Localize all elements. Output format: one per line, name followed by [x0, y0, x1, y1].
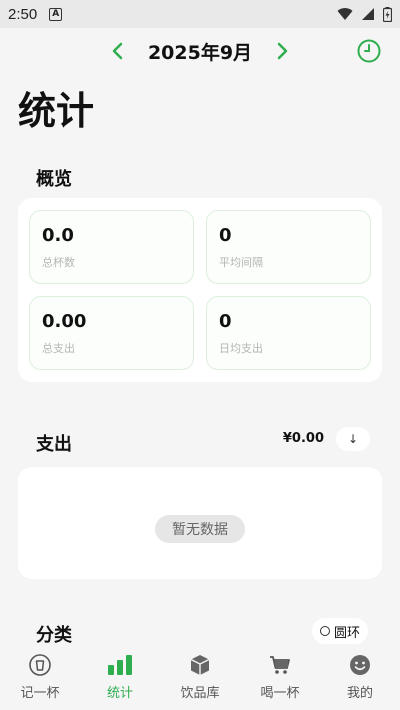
arrow-down-icon: ↓	[347, 432, 359, 446]
stat-label: 平均间隔	[219, 256, 263, 269]
cup-refresh-icon	[29, 654, 51, 676]
sort-button[interactable]: ↓	[336, 427, 370, 451]
prev-month-button[interactable]	[106, 39, 130, 63]
ring-icon	[319, 626, 330, 636]
expense-title: 支出	[36, 434, 72, 455]
stat-label: 总杯数	[42, 256, 75, 269]
nav-item-drink-library[interactable]: 饮品库	[160, 646, 240, 710]
month-label[interactable]: 2025年9月	[148, 38, 252, 65]
stat-value: 0	[219, 225, 232, 246]
stat-label: 日均支出	[219, 342, 263, 355]
month-navigator: 2025年9月	[0, 36, 400, 66]
expense-amount: ¥0.00	[282, 431, 324, 446]
nav-label: 我的	[346, 686, 373, 701]
nav-item-record[interactable]: 记一杯	[0, 646, 80, 710]
bar-chart-icon	[108, 655, 132, 675]
nav-label: 统计	[106, 686, 133, 701]
chevron-left-icon	[112, 42, 123, 60]
status-bar: 2:50 A	[0, 0, 400, 28]
box-icon	[190, 655, 210, 675]
chevron-right-icon	[277, 42, 288, 60]
status-time: 2:50	[8, 5, 38, 23]
stat-value: 0.00	[42, 311, 87, 332]
clock-icon	[357, 39, 381, 63]
overview-card: 0.0 总杯数 0 平均间隔 0.00 总支出 0 日均支出	[18, 198, 382, 382]
nav-label: 记一杯	[20, 686, 60, 701]
nav-item-stats[interactable]: 统计	[80, 646, 160, 710]
status-icons	[337, 6, 392, 22]
battery-icon	[383, 6, 392, 22]
empty-state: 暂无数据	[155, 515, 245, 543]
wifi-icon	[337, 8, 353, 20]
stat-avg-interval: 0 平均间隔	[206, 210, 371, 284]
stat-daily-expense: 0 日均支出	[206, 296, 371, 370]
donut-toggle-label: 圆环	[333, 625, 360, 641]
donut-toggle-button[interactable]: 圆环	[311, 618, 368, 644]
category-title: 分类	[36, 625, 72, 646]
page-title: 统计	[18, 89, 95, 133]
stat-total-cups: 0.0 总杯数	[29, 210, 194, 284]
nav-item-drink[interactable]: 喝一杯	[240, 646, 320, 710]
signal-icon	[362, 8, 374, 20]
next-month-button[interactable]	[270, 39, 294, 63]
notification-icon: A	[49, 7, 63, 21]
nav-label: 喝一杯	[260, 686, 300, 701]
cart-icon	[270, 656, 290, 674]
overview-title: 概览	[36, 169, 72, 190]
bottom-nav: 记一杯 统计 饮品库 喝一杯 我的	[0, 646, 400, 710]
smiley-icon	[350, 655, 370, 675]
nav-label: 饮品库	[180, 686, 220, 701]
nav-item-profile[interactable]: 我的	[320, 646, 400, 710]
history-button[interactable]	[356, 38, 382, 64]
stat-value: 0	[219, 311, 232, 332]
stat-value: 0.0	[42, 225, 74, 246]
stat-label: 总支出	[42, 342, 75, 355]
stat-total-expense: 0.00 总支出	[29, 296, 194, 370]
